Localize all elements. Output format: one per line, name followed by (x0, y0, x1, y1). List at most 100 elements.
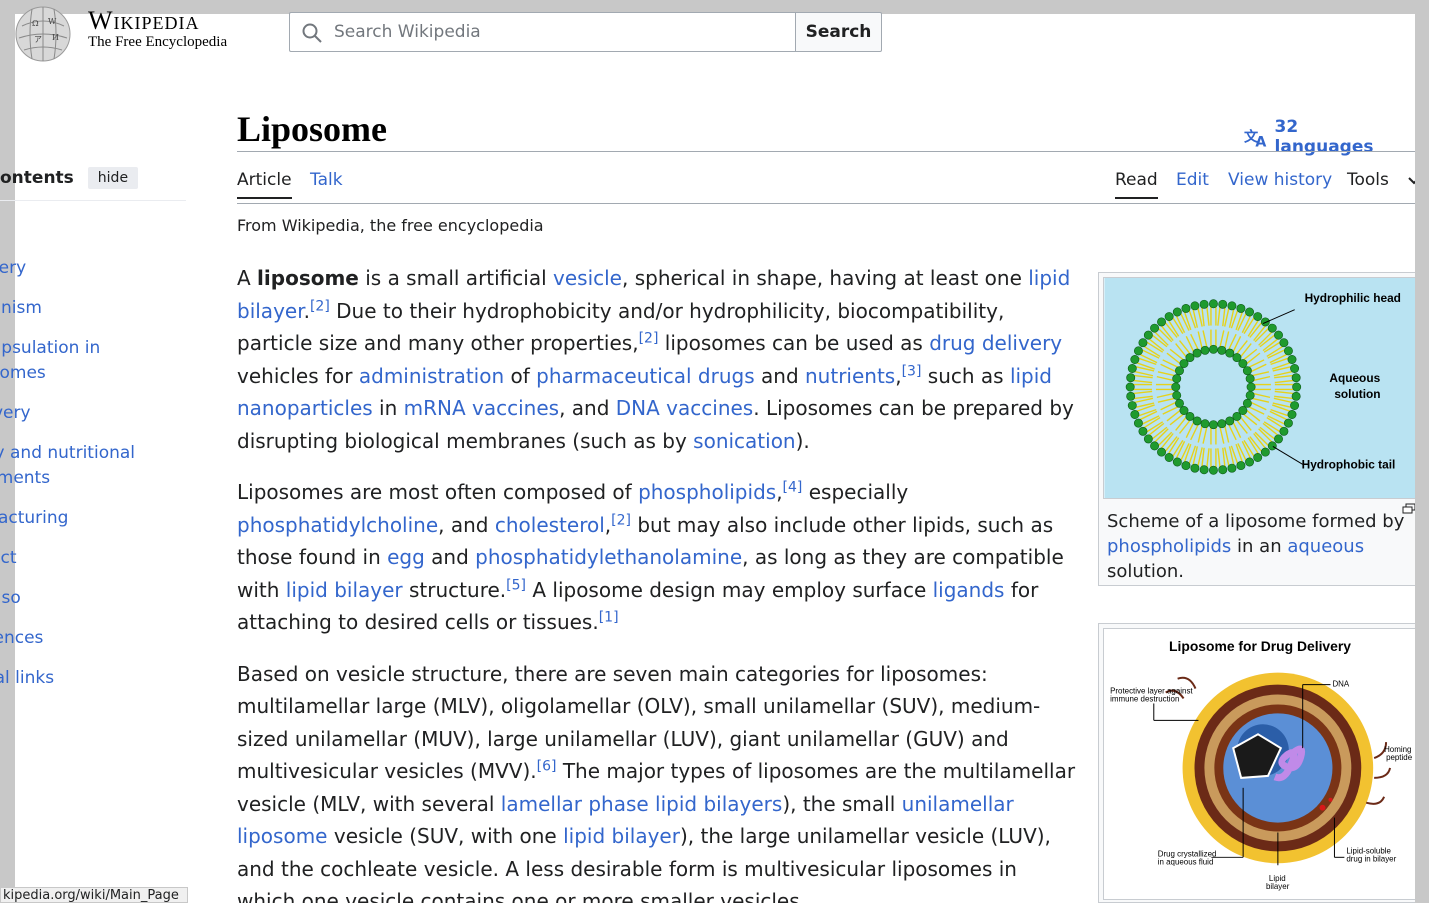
tab-edit[interactable]: Edit (1176, 170, 1209, 190)
translate-icon: 文 A (1244, 129, 1266, 148)
wiki-link[interactable]: pharmaceutical drugs (536, 364, 755, 388)
lipid-head (1190, 463, 1200, 473)
citation-link[interactable]: [2] (310, 298, 330, 314)
lipid-head (1157, 317, 1166, 327)
toc-item-top[interactable]: op) (0, 216, 190, 241)
search-field[interactable] (289, 12, 795, 52)
lipid-head (1267, 323, 1277, 333)
label-homing-2: peptide (1386, 753, 1413, 762)
wiki-link[interactable]: lipid bilayer (286, 578, 403, 602)
lipid-head (1208, 344, 1218, 354)
wiki-link[interactable]: phosphatidylethanolamine (475, 545, 742, 569)
wiki-link[interactable]: drug delivery (929, 331, 1062, 355)
tab-read[interactable]: Read (1115, 170, 1158, 199)
wiki-link[interactable]: ligands (933, 578, 1005, 602)
text-run: and (424, 545, 476, 569)
lipid-head (1227, 301, 1237, 311)
paragraph-3: Based on vesicle structure, there are se… (237, 658, 1077, 903)
liposome-scheme-image[interactable]: Hydrophilic head Aqueous solution Hydrop… (1103, 277, 1418, 499)
toc-item[interactable]: ospect (0, 546, 190, 571)
lipid-head (1225, 416, 1235, 426)
wiki-link[interactable]: phosphatidylcholine (237, 513, 438, 537)
toc-item[interactable]: ee also (0, 586, 190, 611)
text-run: and (754, 363, 805, 388)
lipid-head (1287, 355, 1297, 364)
toc-item[interactable]: Encapsulation in liposomes (0, 336, 190, 386)
lipid-head (1190, 301, 1200, 311)
lipid-head (1172, 307, 1182, 317)
toc-item[interactable]: echanism (0, 296, 190, 321)
tab-tools[interactable]: Tools (1347, 170, 1389, 190)
wiki-link[interactable]: egg (387, 545, 425, 569)
toc-hide-button[interactable]: hide (87, 167, 139, 189)
citation-link[interactable]: [6] (537, 758, 557, 774)
toc-item[interactable]: anufacturing (0, 506, 190, 531)
lipid-head (1253, 312, 1263, 321)
wiki-link[interactable]: phospholipids (1107, 536, 1231, 557)
article-body: A liposome is a small artificial vesicle… (237, 262, 1077, 903)
wiki-link[interactable]: cholesterol (495, 513, 605, 537)
wiki-link[interactable]: lipid bilayer (563, 824, 680, 848)
figure-liposome-scheme: Hydrophilic head Aqueous solution Hydrop… (1098, 272, 1423, 586)
toc-list: op) scovery echanism Encapsulation in lipos… (0, 216, 190, 691)
lipid-head (1133, 418, 1143, 428)
label-lipid-2: bilayer (1266, 882, 1290, 891)
lipid-head (1217, 345, 1227, 355)
tab-article[interactable]: Article (237, 170, 292, 199)
lipid-head (1208, 299, 1218, 309)
citation-link[interactable]: [4] (783, 479, 803, 495)
text-run: , and (559, 396, 616, 420)
toc-item[interactable]: Delivery (0, 401, 190, 426)
lipid-head (1175, 398, 1184, 408)
svg-text:И: И (52, 33, 59, 42)
wiki-link[interactable]: lamellar phase lipid bilayers (501, 792, 783, 816)
lipid-head (1126, 373, 1136, 383)
wiki-link[interactable]: administration (359, 364, 504, 388)
drug-delivery-image[interactable]: Liposome for Drug Delivery Protective la… (1103, 628, 1418, 900)
lipid-head (1260, 317, 1270, 327)
toc-divider (0, 200, 186, 201)
text-run: liposomes can be used as (658, 331, 930, 355)
wiki-link[interactable]: sonication (693, 429, 795, 453)
lipid-head (1200, 345, 1210, 355)
lipid-head (1290, 364, 1300, 373)
lipid-head (1291, 373, 1301, 383)
lipid-head (1245, 307, 1255, 317)
lipid-head (1227, 463, 1237, 473)
wikipedia-globe-logo[interactable]: Ω W И ア (12, 4, 74, 62)
wikipedia-wordmark[interactable]: Wikipedia The Free Encyclopedia (88, 6, 227, 51)
lipid-head (1125, 382, 1135, 392)
enlarge-icon[interactable] (1402, 503, 1416, 515)
citation-link[interactable]: [2] (611, 512, 631, 528)
toc-item[interactable]: scovery (0, 256, 190, 281)
toc-item[interactable]: etary and nutritional pplements (0, 441, 190, 491)
lipid-head (1181, 461, 1191, 471)
label-soluble-2: drug in bilayer (1346, 854, 1396, 863)
wiki-link[interactable]: aqueous (1287, 536, 1364, 557)
tab-view-history[interactable]: View history (1228, 170, 1332, 190)
search-input[interactable] (290, 14, 795, 50)
lipid-head (1172, 390, 1182, 400)
tab-talk[interactable]: Talk (310, 170, 343, 190)
toc-item[interactable]: eferences (0, 626, 190, 651)
label-dna: DNA (1332, 680, 1349, 689)
lipid-head (1279, 338, 1289, 348)
lipid-head (1236, 303, 1246, 313)
wiki-link[interactable]: phospholipids (638, 480, 776, 504)
wiki-link[interactable]: vesicle (553, 266, 622, 290)
lipid-head (1133, 346, 1143, 356)
citation-link[interactable]: [3] (902, 363, 922, 379)
lipid-head (1283, 418, 1293, 428)
citation-link[interactable]: [2] (639, 330, 659, 346)
wiki-link[interactable]: nutrients (805, 364, 895, 388)
citation-link[interactable]: [5] (506, 577, 526, 593)
lipid-head (1287, 410, 1297, 419)
citation-link[interactable]: [1] (599, 609, 619, 625)
search-button[interactable]: Search (795, 12, 882, 52)
label-protective-2: immune destruction (1110, 694, 1179, 703)
wiki-link[interactable]: mRNA vaccines (404, 396, 559, 420)
lipid-head (1192, 348, 1202, 358)
wiki-link[interactable]: DNA vaccines (616, 396, 753, 420)
svg-text:Ω: Ω (32, 19, 39, 28)
toc-item[interactable]: ternal links (0, 666, 190, 691)
